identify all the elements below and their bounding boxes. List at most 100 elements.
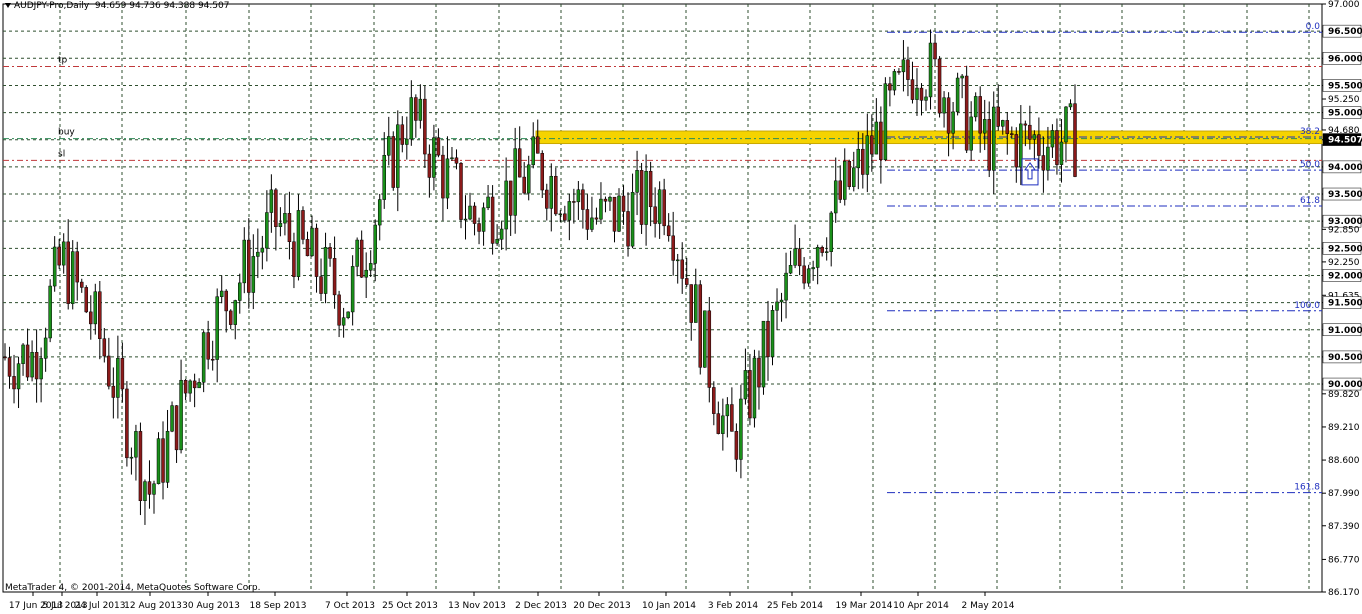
- candle-body[interactable]: [219, 290, 224, 297]
- candle-body[interactable]: [558, 213, 563, 216]
- candle-body[interactable]: [80, 281, 84, 288]
- candle-body[interactable]: [788, 265, 793, 274]
- candle-body[interactable]: [274, 189, 278, 227]
- candle-body[interactable]: [590, 217, 594, 230]
- candle-body[interactable]: [224, 290, 228, 312]
- candle-body[interactable]: [716, 413, 721, 434]
- candle-body[interactable]: [1037, 134, 1041, 156]
- candle-body[interactable]: [296, 210, 301, 277]
- candle-body[interactable]: [143, 481, 147, 501]
- candle-body[interactable]: [98, 291, 102, 339]
- candle-body[interactable]: [454, 157, 459, 164]
- candle-body[interactable]: [1059, 141, 1064, 165]
- candle-body[interactable]: [820, 247, 824, 253]
- candle-body[interactable]: [910, 79, 915, 100]
- candle-body[interactable]: [247, 239, 251, 293]
- candle-body[interactable]: [12, 376, 16, 390]
- candle-body[interactable]: [134, 431, 138, 458]
- candle-body[interactable]: [251, 256, 256, 293]
- candle-body[interactable]: [603, 198, 608, 202]
- candle-body[interactable]: [138, 431, 143, 501]
- candle-body[interactable]: [52, 246, 57, 287]
- candle-body[interactable]: [901, 59, 906, 73]
- candle-body[interactable]: [951, 111, 955, 134]
- candle-body[interactable]: [48, 285, 52, 339]
- candle-body[interactable]: [265, 212, 269, 249]
- candle-body[interactable]: [838, 180, 842, 200]
- candle-body[interactable]: [797, 248, 802, 267]
- candle-body[interactable]: [269, 189, 274, 213]
- candle-body[interactable]: [639, 170, 644, 225]
- candle-body[interactable]: [120, 358, 125, 390]
- candle-body[interactable]: [111, 385, 116, 398]
- candle-body[interactable]: [793, 248, 797, 266]
- candle-body[interactable]: [942, 97, 946, 114]
- candle-body[interactable]: [210, 358, 215, 361]
- candle-body[interactable]: [1068, 103, 1073, 108]
- candle-body[interactable]: [323, 247, 328, 294]
- candle-body[interactable]: [373, 224, 377, 264]
- candle-body[interactable]: [459, 163, 463, 220]
- candle-body[interactable]: [441, 154, 445, 199]
- candle-body[interactable]: [495, 239, 499, 244]
- candle-body[interactable]: [57, 246, 61, 266]
- candle-body[interactable]: [1014, 134, 1019, 168]
- candle-body[interactable]: [129, 456, 134, 459]
- candle-body[interactable]: [567, 201, 572, 221]
- candle-body[interactable]: [545, 189, 549, 209]
- candle-body[interactable]: [576, 189, 581, 203]
- candle-body[interactable]: [725, 404, 730, 417]
- candle-body[interactable]: [337, 294, 341, 326]
- candle-body[interactable]: [811, 267, 815, 270]
- candle-body[interactable]: [283, 213, 287, 224]
- candle-body[interactable]: [66, 241, 70, 304]
- candle-body[interactable]: [233, 300, 238, 325]
- candle-body[interactable]: [928, 42, 933, 98]
- candle-body[interactable]: [1041, 155, 1046, 171]
- candle-body[interactable]: [526, 164, 531, 194]
- candle-body[interactable]: [684, 278, 689, 285]
- candle-body[interactable]: [16, 363, 21, 390]
- candle-body[interactable]: [802, 265, 806, 284]
- candle-body[interactable]: [359, 239, 364, 278]
- candle-body[interactable]: [432, 137, 436, 178]
- candle-body[interactable]: [540, 153, 545, 191]
- candle-body[interactable]: [215, 296, 219, 360]
- candle-body[interactable]: [982, 119, 987, 134]
- candle-body[interactable]: [630, 192, 635, 247]
- candle-body[interactable]: [450, 157, 454, 160]
- candle-body[interactable]: [680, 259, 684, 279]
- candle-body[interactable]: [833, 180, 838, 214]
- candle-body[interactable]: [621, 195, 626, 212]
- candle-body[interactable]: [341, 317, 346, 326]
- candle-body[interactable]: [522, 176, 526, 194]
- candle-body[interactable]: [1046, 146, 1050, 171]
- candle-body[interactable]: [427, 153, 432, 178]
- candle-body[interactable]: [382, 155, 386, 200]
- candle-body[interactable]: [635, 170, 639, 193]
- candle-body[interactable]: [445, 158, 450, 199]
- candle-body[interactable]: [775, 301, 779, 311]
- candle-body[interactable]: [883, 83, 888, 161]
- candle-body[interactable]: [987, 119, 991, 171]
- candle-body[interactable]: [147, 481, 152, 495]
- candle-body[interactable]: [748, 370, 752, 419]
- candle-body[interactable]: [34, 352, 39, 380]
- candle-body[interactable]: [39, 358, 43, 380]
- candle-body[interactable]: [409, 97, 414, 140]
- candle-body[interactable]: [712, 387, 716, 414]
- price-chart[interactable]: tp buy sl 0.0 38.2 50.0 61.8 100.0 161.8 97.000 96…: [0, 0, 1362, 614]
- candle-body[interactable]: [666, 225, 671, 237]
- candle-body[interactable]: [206, 332, 210, 360]
- candle-body[interactable]: [125, 388, 129, 459]
- candle-body[interactable]: [644, 170, 648, 225]
- candle-body[interactable]: [463, 218, 468, 221]
- candle-body[interactable]: [870, 135, 874, 155]
- candle-body[interactable]: [508, 180, 513, 216]
- candle-body[interactable]: [861, 148, 865, 175]
- candle-body[interactable]: [730, 404, 734, 432]
- candle-body[interactable]: [937, 58, 942, 114]
- candle-body[interactable]: [531, 136, 535, 166]
- candle-body[interactable]: [396, 124, 400, 188]
- candle-body[interactable]: [933, 42, 937, 60]
